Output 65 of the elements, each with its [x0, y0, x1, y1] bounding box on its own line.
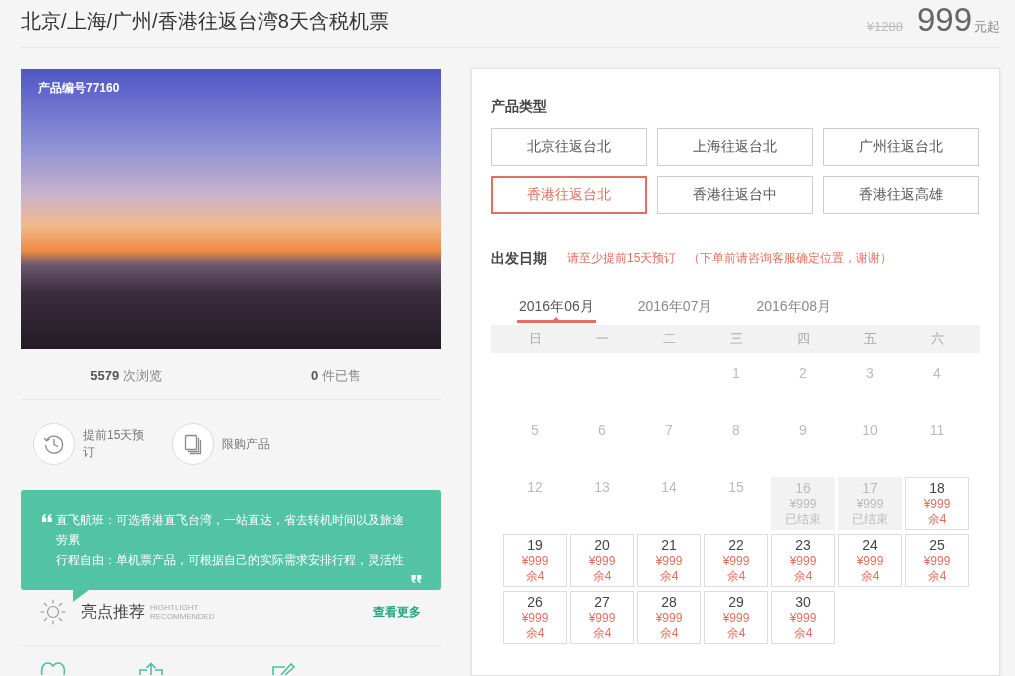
calendar-day: 13 — [594, 479, 610, 496]
weekday-label: 日 — [528, 330, 542, 348]
sun-icon — [40, 599, 66, 625]
date-cell[interactable]: 20 ¥999 余4 — [570, 534, 634, 587]
calendar-day: 1 — [732, 365, 740, 382]
product-type-button[interactable]: 北京往返台北 — [491, 128, 647, 166]
date-cell[interactable]: 30 ¥999 余4 — [771, 591, 835, 644]
date-cell[interactable]: 22 ¥999 余4 — [704, 534, 768, 587]
calendar-day: 14 — [661, 479, 677, 496]
month-tab[interactable]: 2016年07月 — [635, 294, 715, 323]
calendar-day: 5 — [531, 422, 539, 439]
weekday-label: 三 — [729, 330, 743, 348]
booking-note: 请至少提前15天预订 — [567, 249, 677, 267]
date-cell[interactable]: 28 ¥999 余4 — [637, 591, 701, 644]
product-type-button[interactable]: 上海往返台北 — [657, 128, 813, 166]
month-tab[interactable]: 2016年08月 — [754, 294, 834, 323]
stat-text: 0 件已售 — [311, 367, 361, 385]
product-type-button[interactable]: 香港往返高雄 — [823, 176, 979, 214]
calendar-day: 4 — [933, 365, 941, 382]
stat-text: 5579 次浏览 — [90, 367, 162, 385]
product-type-button[interactable]: 香港往返台中 — [657, 176, 813, 214]
date-cell[interactable]: 19 ¥999 余4 — [503, 534, 567, 587]
date-cell[interactable]: 25 ¥999 余4 — [905, 534, 969, 587]
open-quote-icon — [42, 514, 52, 522]
section-heading: 产品类型 — [491, 97, 548, 116]
product-type-button[interactable]: 广州往返台北 — [823, 128, 979, 166]
date-cell[interactable]: 24 ¥999 余4 — [838, 534, 902, 587]
product-title: 北京/上海/广州/香港往返台湾8天含税机票 — [21, 9, 389, 34]
calendar-day: 9 — [799, 422, 807, 439]
section-title: 亮点推荐 — [81, 601, 145, 622]
calendar-day: 3 — [866, 365, 874, 382]
feature-label: 提前15天预订 — [83, 427, 146, 461]
calendar-day: 6 — [598, 422, 606, 439]
date-cell[interactable]: 26 ¥999 余4 — [503, 591, 567, 644]
section-subtitle: HIGHTLIGHT RECOMMENDED — [150, 603, 215, 621]
pages-icon — [172, 423, 214, 465]
weekday-label: 五 — [863, 330, 877, 348]
date-cell[interactable]: 29 ¥999 余4 — [704, 591, 768, 644]
sale-price: 999 — [916, 1, 972, 39]
highlight-text: 直飞航班：可选香港直飞台湾，一站直达，省去转机时间以及旅途劳累 — [56, 512, 405, 549]
calendar-day: 8 — [732, 422, 740, 439]
calendar-day: 11 — [929, 422, 945, 439]
highlight-text: 行程自由：单机票产品，可根据自己的实际需求安排行程，灵活性 — [56, 552, 405, 569]
date-cell[interactable]: 27 ¥999 余4 — [570, 591, 634, 644]
date-cell[interactable]: 21 ¥999 余4 — [637, 534, 701, 587]
calendar-day: 2 — [799, 365, 807, 382]
section-heading: 出发日期 — [491, 249, 547, 268]
weekday-label: 二 — [662, 330, 676, 348]
close-quote-icon — [411, 575, 422, 583]
share-icon[interactable] — [138, 662, 164, 675]
calendar-day: 7 — [665, 422, 673, 439]
date-cell[interactable]: 23 ¥999 余4 — [771, 534, 835, 587]
booking-note: （下单前请咨询客服确定位置，谢谢） — [688, 249, 893, 267]
product-code: 产品编号77160 — [38, 80, 120, 96]
calendar-day: 10 — [862, 422, 878, 439]
clock-icon — [33, 423, 75, 465]
edit-icon[interactable] — [272, 662, 298, 675]
weekday-label: 四 — [796, 330, 810, 348]
calendar-day: 15 — [728, 479, 744, 496]
calendar-day: 12 — [527, 479, 543, 496]
original-price: ¥1288 — [866, 19, 903, 34]
price-unit: 元起 — [974, 18, 1000, 36]
weekday-label: 六 — [930, 330, 944, 348]
date-cell[interactable]: 18 ¥999 余4 — [905, 477, 969, 530]
feature-label: 限购产品 — [222, 435, 271, 453]
